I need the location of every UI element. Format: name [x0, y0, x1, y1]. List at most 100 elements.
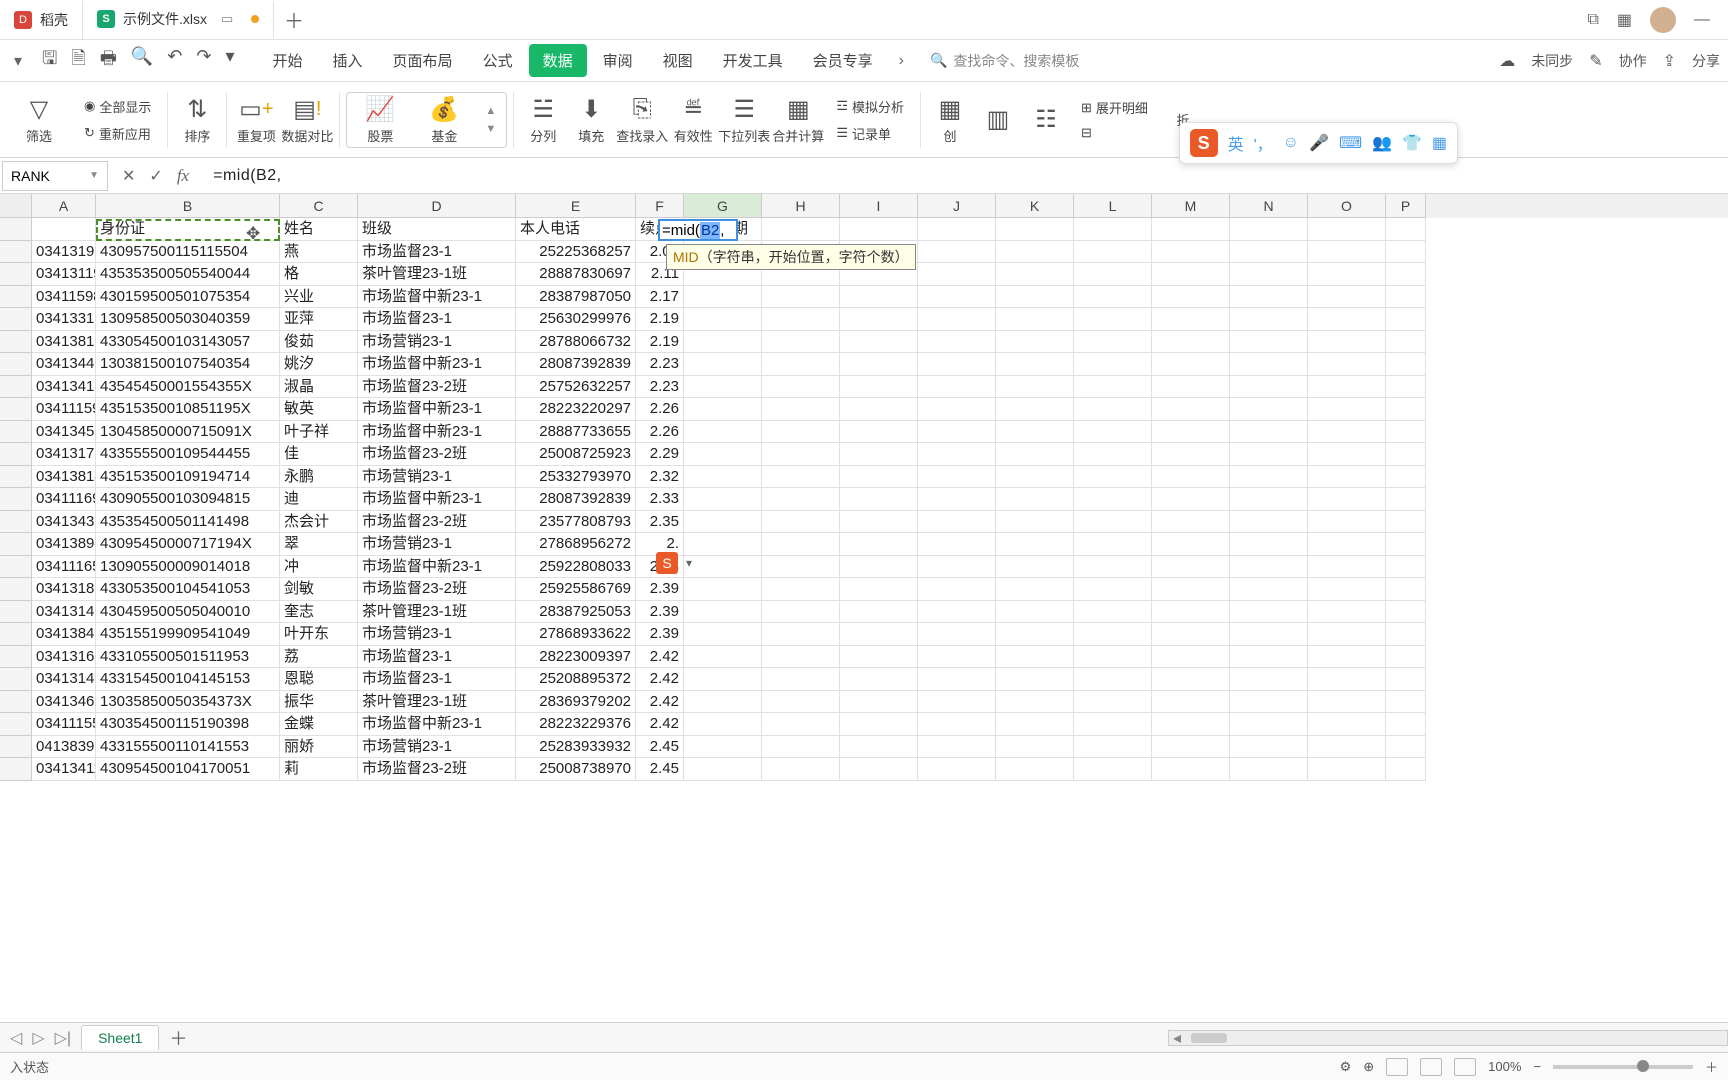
cell[interactable] — [1308, 578, 1386, 601]
cell[interactable] — [1308, 758, 1386, 781]
ime-emoji-icon[interactable]: ☺ — [1283, 134, 1299, 152]
cell[interactable] — [1074, 691, 1152, 714]
cell[interactable] — [762, 668, 840, 691]
cell[interactable] — [918, 758, 996, 781]
cell[interactable] — [1308, 421, 1386, 444]
ime-toolbox-icon[interactable]: ▦ — [1432, 133, 1447, 153]
cell[interactable] — [1386, 488, 1426, 511]
cell[interactable] — [840, 466, 918, 489]
cell[interactable] — [1074, 511, 1152, 534]
cell[interactable]: 茶叶管理23-1班 — [358, 263, 516, 286]
cell[interactable]: 亚萍 — [280, 308, 358, 331]
cell[interactable]: 25008738970 — [516, 758, 636, 781]
cell[interactable] — [1152, 263, 1230, 286]
row-header[interactable] — [0, 286, 32, 309]
cell[interactable] — [840, 398, 918, 421]
cell[interactable] — [1230, 668, 1308, 691]
cell[interactable] — [1386, 286, 1426, 309]
create-group-button[interactable]: ▦创 — [927, 94, 973, 145]
cell[interactable] — [1074, 601, 1152, 624]
cell[interactable]: 13035850050354373X — [96, 691, 280, 714]
name-box[interactable]: RANK ▼ — [2, 161, 108, 191]
cell[interactable] — [918, 713, 996, 736]
cell[interactable] — [1152, 533, 1230, 556]
row-header[interactable] — [0, 758, 32, 781]
cell[interactable] — [1230, 556, 1308, 579]
col-header-I[interactable]: I — [840, 194, 918, 218]
cell[interactable]: 430459500505040010 — [96, 601, 280, 624]
cell[interactable]: 市场监督中新23-1 — [358, 286, 516, 309]
cell[interactable] — [1074, 758, 1152, 781]
scroll-left-icon[interactable]: ◂ — [1169, 1028, 1185, 1048]
row-header[interactable] — [0, 331, 32, 354]
menu-公式[interactable]: 公式 — [469, 44, 527, 77]
cell[interactable] — [1230, 241, 1308, 264]
cell[interactable]: 0413839 — [32, 736, 96, 759]
cell[interactable] — [1386, 556, 1426, 579]
text-to-columns-button[interactable]: ☱分列 — [520, 94, 566, 145]
cell[interactable] — [1074, 488, 1152, 511]
cell[interactable] — [762, 376, 840, 399]
cell[interactable] — [1308, 308, 1386, 331]
cell[interactable]: 2.29 — [636, 443, 684, 466]
cell[interactable]: 奎志 — [280, 601, 358, 624]
cell[interactable] — [1386, 353, 1426, 376]
cell-header-H[interactable] — [762, 218, 840, 241]
cell[interactable]: 03413437 — [32, 511, 96, 534]
cell[interactable] — [1230, 601, 1308, 624]
cell-header-J[interactable] — [918, 218, 996, 241]
cell[interactable]: 2.17 — [636, 286, 684, 309]
col-header-K[interactable]: K — [996, 194, 1074, 218]
cell[interactable]: 03411155 — [32, 713, 96, 736]
cell[interactable]: 市场监督23-1 — [358, 668, 516, 691]
ime-lang-label[interactable]: 英 — [1228, 131, 1244, 155]
cell[interactable]: 25922808033 — [516, 556, 636, 579]
cell[interactable] — [1152, 331, 1230, 354]
new-tab-button[interactable]: ＋ — [274, 5, 314, 34]
cell-editor[interactable]: =mid(B2, — [658, 219, 738, 241]
col-header-D[interactable]: D — [358, 194, 516, 218]
cell[interactable] — [918, 556, 996, 579]
save-as-icon[interactable]: 🗎 — [71, 46, 85, 76]
cell[interactable]: 市场营销23-1 — [358, 466, 516, 489]
cell[interactable]: 03411598 — [32, 286, 96, 309]
cell[interactable] — [762, 736, 840, 759]
col-header-C[interactable]: C — [280, 194, 358, 218]
cell[interactable] — [1152, 398, 1230, 421]
cell[interactable] — [840, 511, 918, 534]
cell[interactable] — [918, 241, 996, 264]
fund-button[interactable]: 💰基金 — [421, 94, 467, 145]
cell[interactable] — [918, 443, 996, 466]
cell[interactable]: 433105500501511953 — [96, 646, 280, 669]
cell[interactable] — [762, 511, 840, 534]
cell[interactable]: 市场监督中新23-1 — [358, 556, 516, 579]
cell[interactable] — [918, 421, 996, 444]
cell[interactable] — [762, 466, 840, 489]
cell[interactable]: 03413193 — [32, 241, 96, 264]
row-header[interactable] — [0, 691, 32, 714]
cell[interactable] — [1386, 533, 1426, 556]
fx-icon[interactable]: fx — [177, 166, 189, 186]
cell[interactable]: 姚汐 — [280, 353, 358, 376]
cell[interactable] — [1152, 736, 1230, 759]
cell[interactable]: 市场监督中新23-1 — [358, 353, 516, 376]
cell[interactable] — [684, 533, 762, 556]
col-header-G[interactable]: G — [684, 194, 762, 218]
cell[interactable]: 2.42 — [636, 646, 684, 669]
cell[interactable] — [1386, 668, 1426, 691]
cell[interactable] — [684, 601, 762, 624]
cell[interactable] — [918, 578, 996, 601]
save-icon[interactable]: 🖫 — [42, 46, 57, 76]
cell[interactable] — [684, 421, 762, 444]
cell[interactable] — [1386, 308, 1426, 331]
cell[interactable] — [840, 556, 918, 579]
col-header-F[interactable]: F — [636, 194, 684, 218]
col-header-N[interactable]: N — [1230, 194, 1308, 218]
cloud-unsync-icon[interactable]: ☁ — [1499, 51, 1515, 71]
col-header-A[interactable]: A — [32, 194, 96, 218]
cell[interactable]: 28223229376 — [516, 713, 636, 736]
row-header[interactable] — [0, 443, 32, 466]
cell[interactable]: 430354500115190398 — [96, 713, 280, 736]
cell[interactable]: 2.23 — [636, 376, 684, 399]
cell[interactable] — [1308, 398, 1386, 421]
